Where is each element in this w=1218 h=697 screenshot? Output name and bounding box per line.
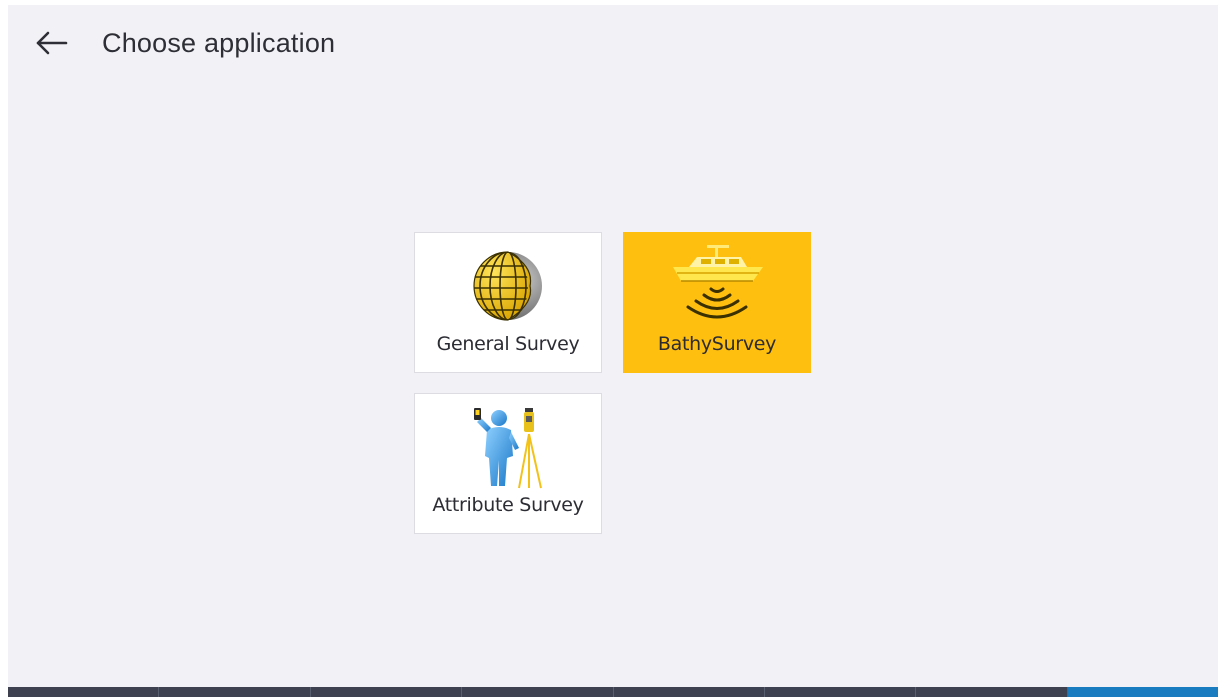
bottom-bar-segment[interactable] (916, 687, 1068, 697)
arrow-left-icon (36, 31, 68, 55)
general-survey-tile[interactable]: General Survey (414, 232, 602, 373)
bottom-bar-segment-active[interactable] (1067, 687, 1218, 697)
bottom-bar-segment[interactable] (462, 687, 614, 697)
choose-application-screen: Choose application General Survey BathyS… (8, 5, 1218, 697)
boat-sonar-icon (667, 243, 767, 329)
tile-label: Attribute Survey (432, 494, 584, 516)
page-title: Choose application (102, 28, 336, 58)
surveyor-tripod-icon (458, 404, 558, 490)
bottom-bar-segment[interactable] (765, 687, 917, 697)
bottom-bar-segment[interactable] (8, 687, 160, 697)
globe-icon (458, 243, 558, 329)
tile-label: BathySurvey (657, 333, 777, 355)
bottom-bar (8, 687, 1218, 697)
attribute-survey-tile[interactable]: Attribute Survey (414, 393, 602, 534)
bathysurvey-tile[interactable]: BathySurvey (623, 232, 811, 373)
bottom-bar-segment[interactable] (614, 687, 765, 697)
back-button[interactable] (30, 23, 74, 63)
bottom-bar-segment[interactable] (159, 687, 311, 697)
tile-label: General Survey (436, 333, 580, 355)
bottom-bar-segment[interactable] (311, 687, 463, 697)
header: Choose application (8, 5, 1218, 81)
